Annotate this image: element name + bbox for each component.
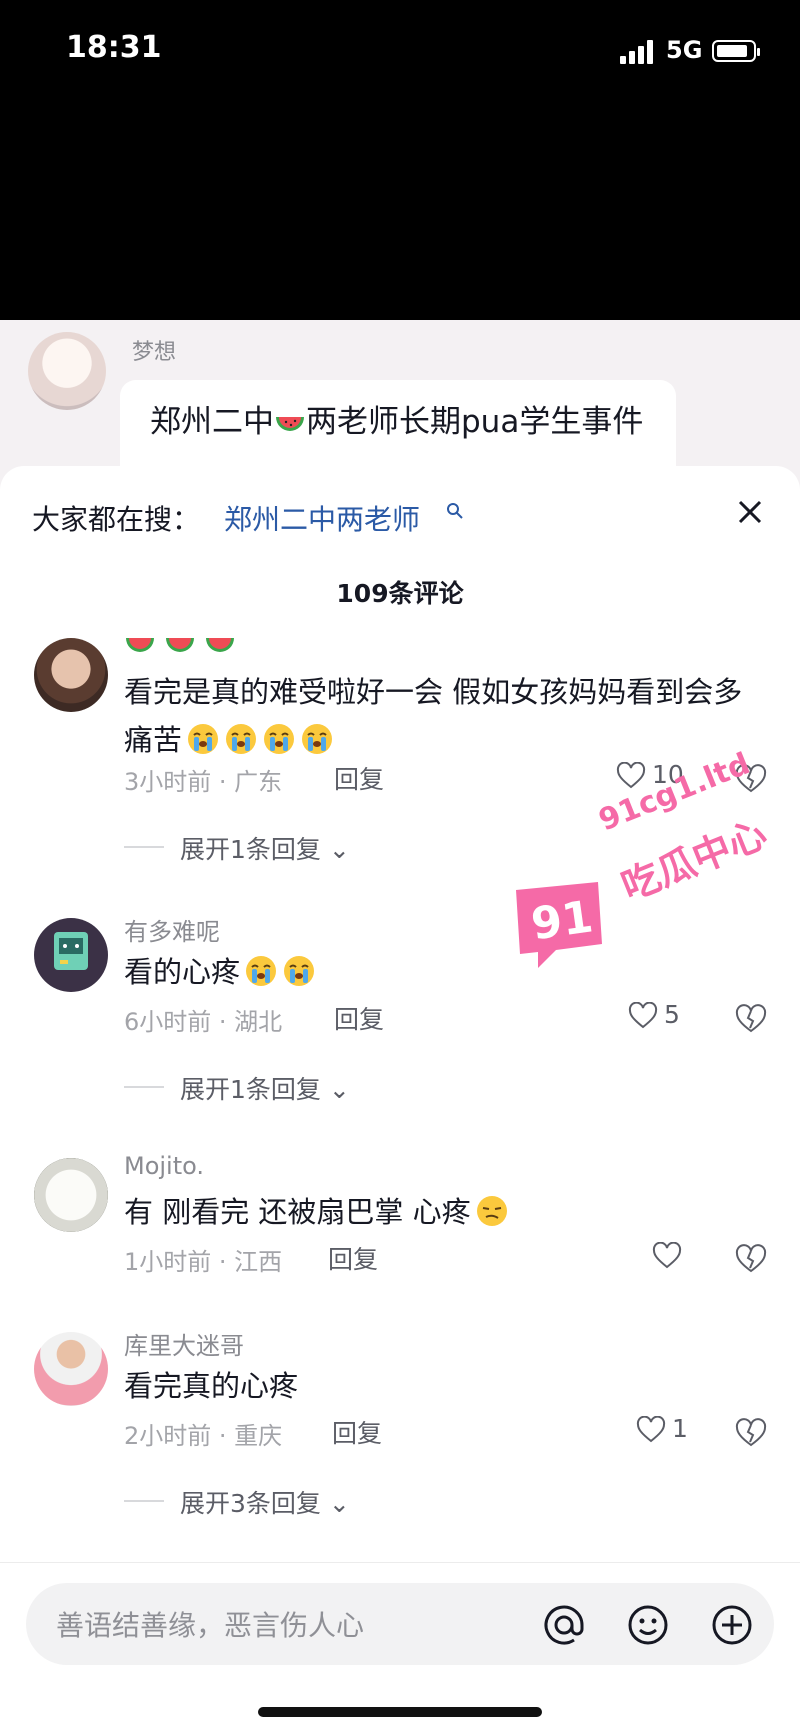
heart-icon [636, 1416, 666, 1443]
comment-input[interactable] [54, 1583, 488, 1667]
expand-replies-button[interactable]: 展开3条回复 ⌄ [180, 1484, 350, 1520]
search-icon[interactable] [446, 502, 464, 520]
reply-button[interactable]: 回复 [332, 1414, 382, 1450]
avatar[interactable] [34, 638, 108, 712]
heart-icon [652, 1242, 682, 1269]
like-button[interactable]: 5 [628, 1000, 708, 1034]
crying-emoji-icon [246, 956, 277, 986]
comment-username: 有多难呢 [124, 918, 220, 946]
comment-text: 看的心疼 [124, 948, 764, 996]
search-suggest-link[interactable]: 郑州二中两老师 [224, 498, 420, 538]
comment-username: Mojito. [124, 1152, 205, 1180]
crying-emoji-icon [302, 724, 333, 754]
comment-input-bar [0, 1562, 800, 1734]
comment-time-location: 1小时前 · 江西 [124, 1248, 283, 1276]
watermark-logo: 91 [516, 882, 602, 968]
crying-emoji-icon [264, 724, 295, 754]
broken-heart-icon[interactable] [734, 1416, 768, 1450]
expand-divider [124, 1086, 164, 1088]
expand-divider [124, 1500, 164, 1502]
chat-message: 郑州二中 两老师长期pua学生事件 [150, 400, 660, 444]
crying-emoji-icon [188, 724, 219, 754]
robot-avatar-icon [54, 932, 88, 970]
crying-emoji-icon [284, 956, 315, 986]
expand-replies-label: 展开3条回复 [180, 1489, 321, 1518]
chat-avatar[interactable] [28, 332, 106, 410]
signal-icon [620, 40, 653, 64]
smirk-emoji-icon [476, 1196, 507, 1226]
search-suggest-label: 大家都在搜： [32, 503, 201, 536]
avatar[interactable] [34, 918, 108, 992]
input-pill [26, 1583, 774, 1667]
comment-text-body: 看的心疼 [124, 955, 241, 989]
like-button[interactable] [652, 1240, 732, 1274]
like-button[interactable]: 1 [636, 1414, 716, 1448]
reply-button[interactable]: 回复 [334, 760, 384, 796]
chevron-down-icon: ⌄ [328, 835, 350, 864]
expand-replies-label: 展开1条回复 [180, 835, 321, 864]
comment-time-location: 6小时前 · 湖北 [124, 1008, 283, 1036]
broken-heart-icon[interactable] [734, 1002, 768, 1036]
reply-button[interactable]: 回复 [334, 1000, 384, 1036]
comment-username [124, 632, 234, 666]
comment-sheet: 大家都在搜： 郑州二中两老师 109条评论 看完是真的难受啦好一会 假如女孩妈妈… [0, 466, 800, 1733]
mention-icon[interactable] [542, 1603, 586, 1647]
like-count: 1 [672, 1414, 688, 1443]
chat-message-part2: 两老师长期pua学生事件 [306, 404, 644, 440]
comment-text: 看完是真的难受啦好一会 假如女孩妈妈看到会多痛苦 [124, 668, 764, 764]
watermelon-icon [126, 638, 234, 652]
emoji-icon[interactable] [626, 1603, 670, 1647]
avatar[interactable] [34, 1332, 108, 1406]
chat-message-part1: 郑州二中 [150, 404, 274, 440]
expand-replies-label: 展开1条回复 [180, 1075, 321, 1104]
like-count: 5 [664, 1000, 680, 1029]
broken-heart-icon[interactable] [734, 1242, 768, 1276]
status-time: 18:31 [66, 30, 162, 65]
home-indicator [258, 1707, 542, 1717]
comment-time-location: 2小时前 · 重庆 [124, 1422, 283, 1450]
network-label: 5G [666, 36, 703, 64]
comment-time-location: 3小时前 · 广东 [124, 768, 283, 796]
watermelon-icon [276, 416, 304, 431]
chat-sender-name: 梦想 [132, 340, 177, 365]
expand-replies-button[interactable]: 展开1条回复 ⌄ [180, 830, 350, 866]
heart-icon [628, 1002, 658, 1029]
chevron-down-icon: ⌄ [328, 1489, 350, 1518]
comment-text-body: 看完真的心疼 [124, 1369, 299, 1403]
expand-replies-button[interactable]: 展开1条回复 ⌄ [180, 1070, 350, 1106]
add-icon[interactable] [710, 1603, 754, 1647]
close-icon[interactable] [730, 492, 770, 532]
comment-text: 看完真的心疼 [124, 1362, 764, 1410]
battery-icon [712, 40, 760, 62]
crying-emoji-icon [226, 724, 257, 754]
comment-count: 109条评论 [336, 579, 464, 608]
comment-text: 有 刚看完 还被扇巴掌 心疼 [124, 1188, 764, 1236]
chevron-down-icon: ⌄ [328, 1075, 350, 1104]
watermark-number: 91 [528, 891, 596, 950]
avatar[interactable] [34, 1158, 108, 1232]
comment-text-body: 有 刚看完 还被扇巴掌 心疼 [124, 1195, 471, 1229]
expand-divider [124, 846, 164, 848]
reply-button[interactable]: 回复 [328, 1240, 378, 1276]
comment-username: 库里大迷哥 [124, 1332, 244, 1360]
